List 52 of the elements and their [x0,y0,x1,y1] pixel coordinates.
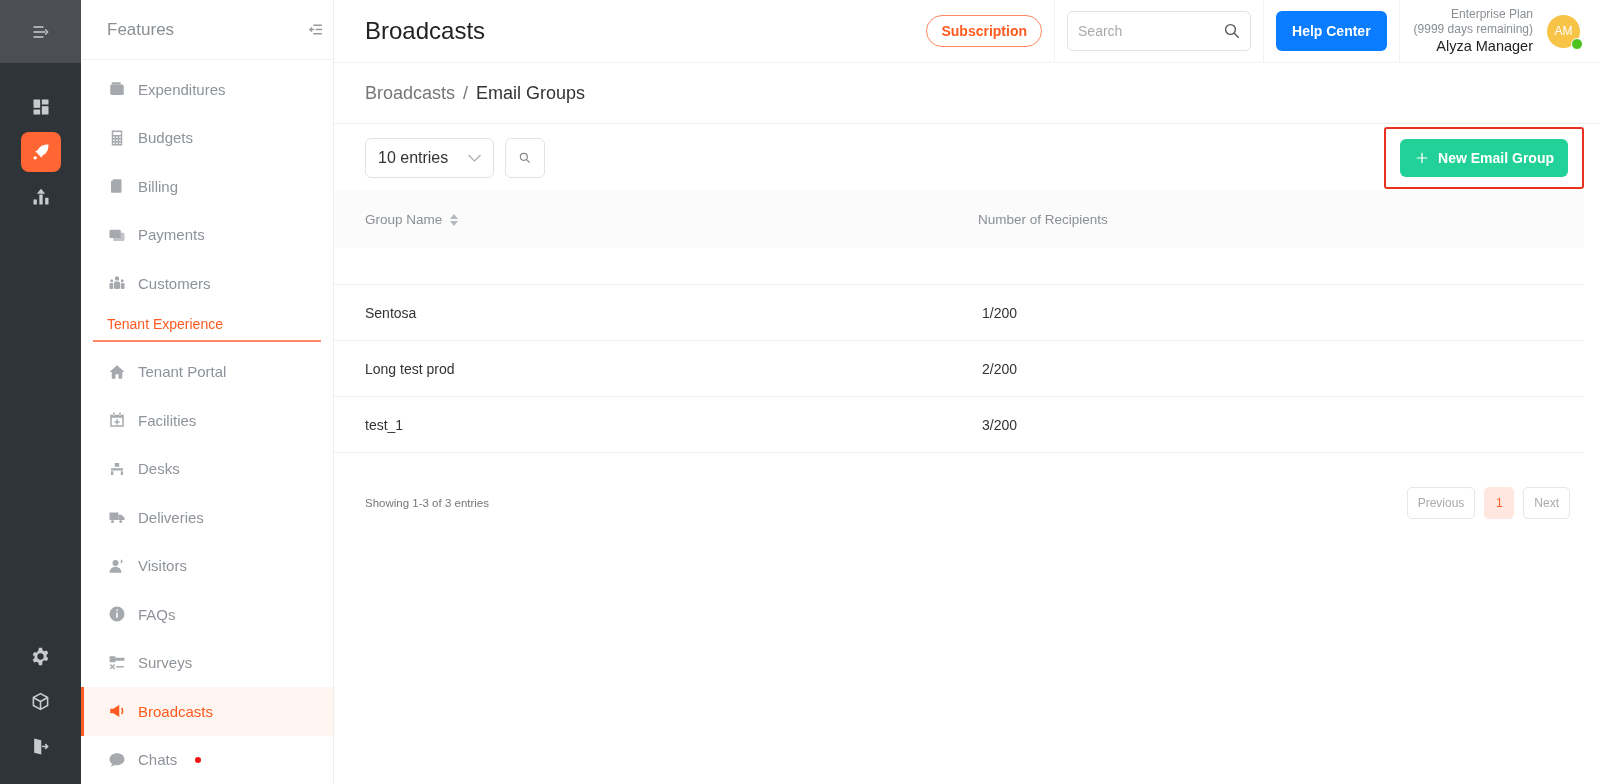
table-cell: 2/200 [982,360,1018,377]
breadcrumb-separator: / [463,82,469,104]
new-email-group-button[interactable]: New Email Group [1400,138,1568,177]
user-name: Alyza Manager [1436,37,1533,55]
chat-bubble-icon [108,750,126,769]
entries-summary: Showing 1-3 of 3 entries [365,497,491,509]
sidebar-item[interactable]: Chats [81,735,333,784]
calendar-plus-icon [108,411,126,430]
search-field[interactable]: Search [1067,11,1251,51]
sidebar-item[interactable]: Facilities [81,396,333,445]
settings-icon [31,646,50,666]
sidebar-item[interactable]: FAQs [81,590,333,639]
sidebar-item[interactable]: Customers [81,259,333,308]
table-cell: Long test prod [365,360,455,377]
table-cell: test_1 [365,416,404,433]
sidebar-title: Features [107,19,175,40]
subscription-button[interactable]: Subscription [926,15,1042,47]
table-cell: 3/200 [982,416,1018,433]
table-cell: Sentosa [365,304,417,321]
user-avatar[interactable]: AM [1547,14,1580,48]
chevron-down-icon [468,153,481,162]
days-remaining: (9999 days remaining) [1413,22,1533,37]
search-icon [518,150,532,165]
sidebar-item[interactable]: Expenditures [81,65,333,114]
cube-icon [31,691,50,711]
door-exit-icon [31,736,50,756]
sidebar-item[interactable]: Tenant Portal [81,347,333,396]
table-cell: 1/200 [982,304,1018,321]
sidebar-item[interactable]: Visitors [81,541,333,590]
sidebar-item[interactable]: Desks [81,444,333,493]
plan-name: Enterprise Plan [1450,7,1533,22]
breadcrumb-current: Email Groups [476,82,586,104]
rail-button[interactable] [20,132,61,172]
sidebar-item[interactable]: Deliveries [81,493,333,542]
pagination-button[interactable]: Previous [1406,487,1476,519]
column-header: Number of Recipients [978,212,1108,227]
section-heading: Tenant Experience [93,309,321,342]
sidebar-item[interactable]: Broadcasts [81,687,333,736]
sidebar-item[interactable]: Payments [81,210,333,259]
search-icon [1223,22,1241,40]
help-center-button[interactable]: Help Center [1276,11,1387,51]
breadcrumb-link[interactable]: Broadcasts [365,82,456,104]
sidebar-item[interactable]: Billing [81,162,333,211]
entries-dropdown[interactable]: 10 entries [365,137,494,178]
pagination-button[interactable]: Next [1523,487,1570,519]
checklist-icon [108,653,126,672]
page-button[interactable]: 1 [1484,487,1515,519]
sidebar-item[interactable]: Budgets [81,113,333,162]
page-title: Broadcasts [365,17,487,45]
sidebar-item[interactable]: Surveys [81,638,333,687]
column-header[interactable]: Group Name [365,212,443,227]
info-icon [108,605,126,624]
